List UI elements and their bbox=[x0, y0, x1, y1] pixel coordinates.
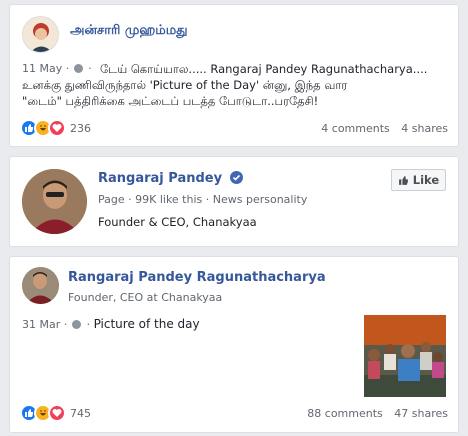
post1-reactions[interactable]: 236 bbox=[20, 119, 91, 137]
page-meta: Page · 99K like this · News personality bbox=[98, 193, 308, 206]
verified-badge-icon bbox=[229, 171, 243, 184]
post2-subtitle: Founder, CEO at Chanakyaa bbox=[68, 291, 223, 304]
post1-author-name[interactable]: அன்சாரி முஹம்மது bbox=[70, 23, 188, 39]
post2-date-row: 31 Mar · · Picture of the day bbox=[22, 317, 200, 331]
love-reaction-icon bbox=[48, 119, 66, 137]
post-card-2: Rangaraj Pandey Ragunathacharya Founder,… bbox=[9, 256, 459, 433]
page-description: Founder & CEO, Chanakyaa bbox=[98, 215, 257, 229]
page-avatar[interactable] bbox=[22, 169, 87, 234]
page-name[interactable]: Rangaraj Pandey bbox=[98, 171, 222, 186]
post1-text: டேய் கொய்யால..... Rangaraj Pandey Raguna… bbox=[22, 61, 452, 109]
post2-date[interactable]: 31 Mar bbox=[22, 318, 60, 331]
post1-text-line1: டேய் கொய்யால..... Rangaraj Pandey Raguna… bbox=[100, 62, 428, 76]
post2-text: Picture of the day bbox=[93, 317, 200, 331]
page-name-row: Rangaraj Pandey bbox=[98, 171, 243, 186]
post1-comments-link[interactable]: 4 comments bbox=[321, 122, 390, 135]
post2-reactions[interactable]: 745 bbox=[20, 404, 91, 422]
post2-shares-link[interactable]: 47 shares bbox=[394, 407, 448, 420]
post1-text-line3: "டைம்" பத்திரிக்கை அட்டைப் படத்த போடுடா.… bbox=[22, 94, 319, 108]
thumbs-up-icon bbox=[398, 175, 408, 185]
post2-stats: 88 comments 47 shares bbox=[307, 407, 448, 420]
post1-author-avatar[interactable] bbox=[22, 16, 59, 53]
post2-reactions-count: 745 bbox=[70, 406, 91, 420]
post2-photo[interactable] bbox=[364, 315, 446, 397]
page-card: Rangaraj Pandey Page · 99K like this · N… bbox=[9, 156, 459, 247]
post2-comments-link[interactable]: 88 comments bbox=[307, 407, 383, 420]
post1-text-line2: உனக்கு துணிவிருந்தால் 'Picture of the Da… bbox=[22, 78, 348, 92]
post2-author-avatar[interactable] bbox=[22, 267, 59, 304]
post2-author-name[interactable]: Rangaraj Pandey Ragunathacharya bbox=[68, 270, 326, 285]
post1-stats: 4 comments 4 shares bbox=[321, 122, 448, 135]
globe-icon bbox=[71, 320, 81, 329]
post1-shares-link[interactable]: 4 shares bbox=[401, 122, 448, 135]
post1-reactions-count: 236 bbox=[70, 121, 91, 135]
page-like-button[interactable]: Like bbox=[391, 169, 446, 191]
love-reaction-icon bbox=[48, 404, 66, 422]
post-card-1: அன்சாரி முஹம்மது 11 May · · டேய் கொய்யால… bbox=[9, 4, 459, 147]
page-like-label: Like bbox=[412, 173, 440, 187]
